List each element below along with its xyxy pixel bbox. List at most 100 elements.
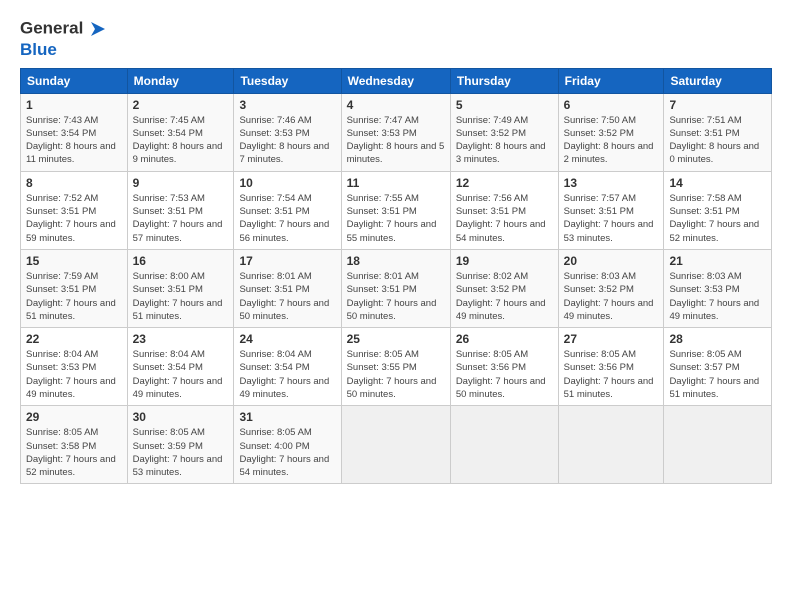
day-number: 27 (564, 332, 659, 346)
calendar-cell: 11Sunrise: 7:55 AMSunset: 3:51 PMDayligh… (341, 171, 450, 249)
calendar-cell: 14Sunrise: 7:58 AMSunset: 3:51 PMDayligh… (664, 171, 772, 249)
day-info: Daylight: 7 hours and 50 minutes. (347, 375, 445, 402)
day-info: Sunset: 3:55 PM (347, 361, 445, 374)
header: General Blue (20, 18, 772, 60)
calendar-cell: 31Sunrise: 8:05 AMSunset: 4:00 PMDayligh… (234, 406, 341, 484)
calendar-cell: 7 Sunrise: 7:51 AMSunset: 3:51 PMDaylight… (664, 93, 772, 171)
day-info: Daylight: 7 hours and 51 minutes. (669, 375, 766, 402)
day-info: Sunset: 3:53 PM (239, 127, 335, 140)
day-number: 18 (347, 254, 445, 268)
day-number: 4 (347, 98, 445, 112)
calendar-cell: 4Sunrise: 7:47 AMSunset: 3:53 PMDaylight… (341, 93, 450, 171)
calendar-cell: 28Sunrise: 8:05 AMSunset: 3:57 PMDayligh… (664, 328, 772, 406)
day-info: Sunrise: 8:01 AM (239, 270, 335, 283)
day-info: Sunrise: 7:51 AM (669, 114, 766, 127)
day-info: Sunset: 3:51 PM (26, 205, 122, 218)
calendar-cell: 23 Sunrise: 8:04 AMSunset: 3:54 PMDayligh… (127, 328, 234, 406)
day-info: Daylight: 7 hours and 49 minutes. (564, 297, 659, 324)
day-info: Sunset: 3:53 PM (669, 283, 766, 296)
calendar-cell: 24Sunrise: 8:04 AMSunset: 3:54 PMDayligh… (234, 328, 341, 406)
day-info: Sunrise: 7:45 AM (133, 114, 229, 127)
day-info: Daylight: 8 hours and 0 minutes. (669, 140, 766, 167)
day-number: 11 (347, 176, 445, 190)
day-number: 9 (133, 176, 229, 190)
day-number: 10 (239, 176, 335, 190)
day-info: Sunrise: 8:03 AM (669, 270, 766, 283)
day-info: Sunrise: 7:57 AM (564, 192, 659, 205)
calendar-cell: 27Sunrise: 8:05 AMSunset: 3:56 PMDayligh… (558, 328, 664, 406)
calendar-cell: 16Sunrise: 8:00 AMSunset: 3:51 PMDayligh… (127, 249, 234, 327)
day-info: Sunrise: 8:05 AM (26, 426, 122, 439)
calendar-header-saturday: Saturday (664, 68, 772, 93)
day-info: Sunset: 3:51 PM (239, 283, 335, 296)
day-number: 15 (26, 254, 122, 268)
calendar-week-3: 15Sunrise: 7:59 AMSunset: 3:51 PMDayligh… (21, 249, 772, 327)
day-info: Sunrise: 7:49 AM (456, 114, 553, 127)
calendar-header-sunday: Sunday (21, 68, 128, 93)
day-info: Sunrise: 7:53 AM (133, 192, 229, 205)
calendar-cell: 25Sunrise: 8:05 AMSunset: 3:55 PMDayligh… (341, 328, 450, 406)
day-number: 7 (669, 98, 766, 112)
day-info: Sunset: 3:52 PM (456, 283, 553, 296)
day-info: Sunrise: 8:05 AM (133, 426, 229, 439)
calendar-cell: 12Sunrise: 7:56 AMSunset: 3:51 PMDayligh… (450, 171, 558, 249)
day-info: Sunset: 3:54 PM (239, 361, 335, 374)
day-info: Sunrise: 8:05 AM (669, 348, 766, 361)
day-info: Daylight: 7 hours and 49 minutes. (133, 375, 229, 402)
day-info: Sunrise: 8:04 AM (133, 348, 229, 361)
day-info: Sunrise: 8:05 AM (564, 348, 659, 361)
calendar-cell: 22Sunrise: 8:04 AMSunset: 3:53 PMDayligh… (21, 328, 128, 406)
day-number: 20 (564, 254, 659, 268)
day-info: Sunset: 3:51 PM (456, 205, 553, 218)
day-info: Sunset: 3:53 PM (26, 361, 122, 374)
day-number: 23 (133, 332, 229, 346)
calendar-cell: 3Sunrise: 7:46 AMSunset: 3:53 PMDaylight… (234, 93, 341, 171)
calendar-cell: 10Sunrise: 7:54 AMSunset: 3:51 PMDayligh… (234, 171, 341, 249)
logo-line2: Blue (20, 40, 107, 60)
calendar-header-row: SundayMondayTuesdayWednesdayThursdayFrid… (21, 68, 772, 93)
day-number: 25 (347, 332, 445, 346)
day-info: Daylight: 8 hours and 7 minutes. (239, 140, 335, 167)
day-info: Daylight: 7 hours and 50 minutes. (456, 375, 553, 402)
calendar-cell: 21 Sunrise: 8:03 AMSunset: 3:53 PMDayligh… (664, 249, 772, 327)
calendar-cell (558, 406, 664, 484)
calendar-cell: 5Sunrise: 7:49 AMSunset: 3:52 PMDaylight… (450, 93, 558, 171)
day-info: Daylight: 7 hours and 54 minutes. (239, 453, 335, 480)
day-info: Sunrise: 8:00 AM (133, 270, 229, 283)
day-info: Daylight: 7 hours and 49 minutes. (669, 297, 766, 324)
calendar-week-4: 22Sunrise: 8:04 AMSunset: 3:53 PMDayligh… (21, 328, 772, 406)
day-info: Daylight: 7 hours and 50 minutes. (347, 297, 445, 324)
calendar-cell: 1Sunrise: 7:43 AMSunset: 3:54 PMDaylight… (21, 93, 128, 171)
calendar-week-5: 29Sunrise: 8:05 AMSunset: 3:58 PMDayligh… (21, 406, 772, 484)
calendar-cell: 13Sunrise: 7:57 AMSunset: 3:51 PMDayligh… (558, 171, 664, 249)
day-info: Sunrise: 8:04 AM (26, 348, 122, 361)
day-info: Sunrise: 8:01 AM (347, 270, 445, 283)
calendar-cell: 15Sunrise: 7:59 AMSunset: 3:51 PMDayligh… (21, 249, 128, 327)
calendar-cell: 9Sunrise: 7:53 AMSunset: 3:51 PMDaylight… (127, 171, 234, 249)
day-info: Sunrise: 7:58 AM (669, 192, 766, 205)
day-info: Sunset: 3:58 PM (26, 440, 122, 453)
day-info: Sunset: 3:51 PM (669, 127, 766, 140)
day-info: Daylight: 7 hours and 54 minutes. (456, 218, 553, 245)
day-number: 22 (26, 332, 122, 346)
calendar-cell (341, 406, 450, 484)
logo-line1: General (20, 18, 107, 40)
day-info: Daylight: 8 hours and 9 minutes. (133, 140, 229, 167)
day-info: Sunset: 3:51 PM (564, 205, 659, 218)
day-info: Daylight: 7 hours and 51 minutes. (133, 297, 229, 324)
day-number: 21 (669, 254, 766, 268)
calendar-cell: 20Sunrise: 8:03 AMSunset: 3:52 PMDayligh… (558, 249, 664, 327)
day-info: Sunrise: 8:03 AM (564, 270, 659, 283)
day-number: 16 (133, 254, 229, 268)
day-info: Sunset: 3:54 PM (133, 361, 229, 374)
day-number: 26 (456, 332, 553, 346)
calendar-cell: 8Sunrise: 7:52 AMSunset: 3:51 PMDaylight… (21, 171, 128, 249)
day-info: Sunset: 3:56 PM (564, 361, 659, 374)
day-info: Sunset: 3:53 PM (347, 127, 445, 140)
calendar-cell: 18Sunrise: 8:01 AMSunset: 3:51 PMDayligh… (341, 249, 450, 327)
day-info: Sunset: 3:57 PM (669, 361, 766, 374)
day-number: 6 (564, 98, 659, 112)
calendar-header-thursday: Thursday (450, 68, 558, 93)
calendar-header-friday: Friday (558, 68, 664, 93)
day-info: Sunset: 3:52 PM (456, 127, 553, 140)
